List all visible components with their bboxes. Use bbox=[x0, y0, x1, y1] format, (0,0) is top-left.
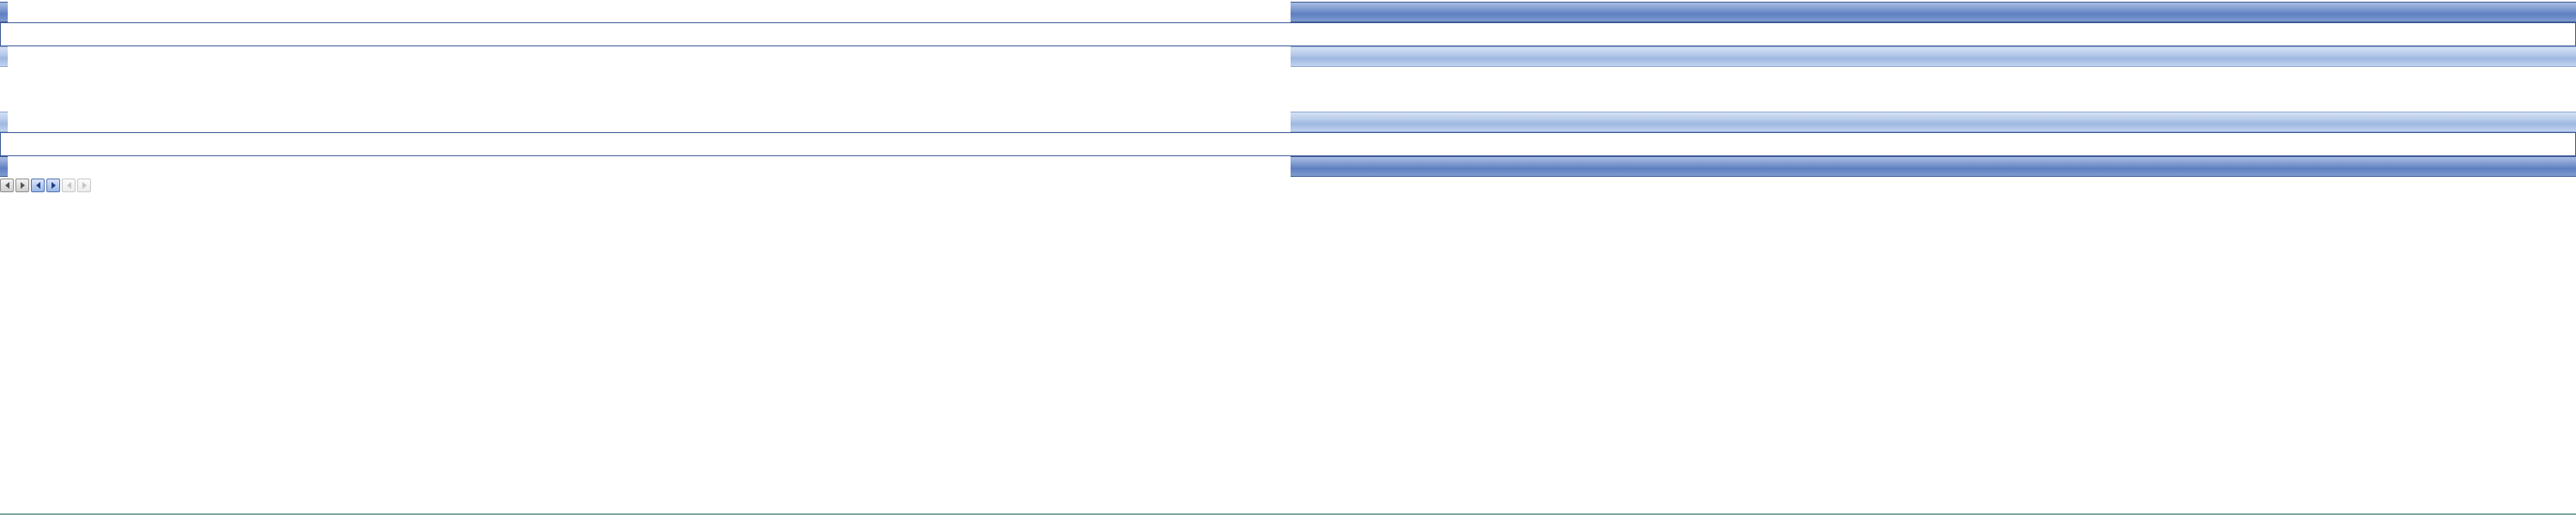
header-band-1[interactable] bbox=[1291, 46, 2576, 67]
chevron-right-icon bbox=[20, 182, 25, 189]
footer-bar[interactable] bbox=[1291, 156, 2576, 177]
content-frame-top bbox=[0, 22, 2576, 46]
page-prev-button[interactable] bbox=[31, 179, 45, 192]
chevron-right-icon bbox=[82, 182, 87, 189]
title-bar-top[interactable] bbox=[1291, 2, 2576, 22]
page-next-button[interactable] bbox=[46, 179, 60, 192]
scroll-right-button[interactable] bbox=[15, 179, 29, 192]
disabled-prev-button[interactable] bbox=[62, 179, 76, 192]
chevron-left-icon bbox=[66, 182, 71, 189]
left-edge-band-1 bbox=[0, 46, 8, 67]
disabled-next-button[interactable] bbox=[77, 179, 91, 192]
left-edge-band-2 bbox=[0, 112, 8, 132]
header-band-2[interactable] bbox=[1291, 112, 2576, 132]
chevron-right-icon bbox=[51, 182, 56, 189]
scroll-left-button[interactable] bbox=[0, 179, 14, 192]
left-edge-footer-bar bbox=[0, 156, 8, 177]
chevron-left-icon bbox=[4, 182, 9, 189]
content-frame-bottom bbox=[0, 132, 2576, 156]
chevron-left-icon bbox=[35, 182, 40, 189]
left-edge-title-bar bbox=[0, 2, 8, 22]
